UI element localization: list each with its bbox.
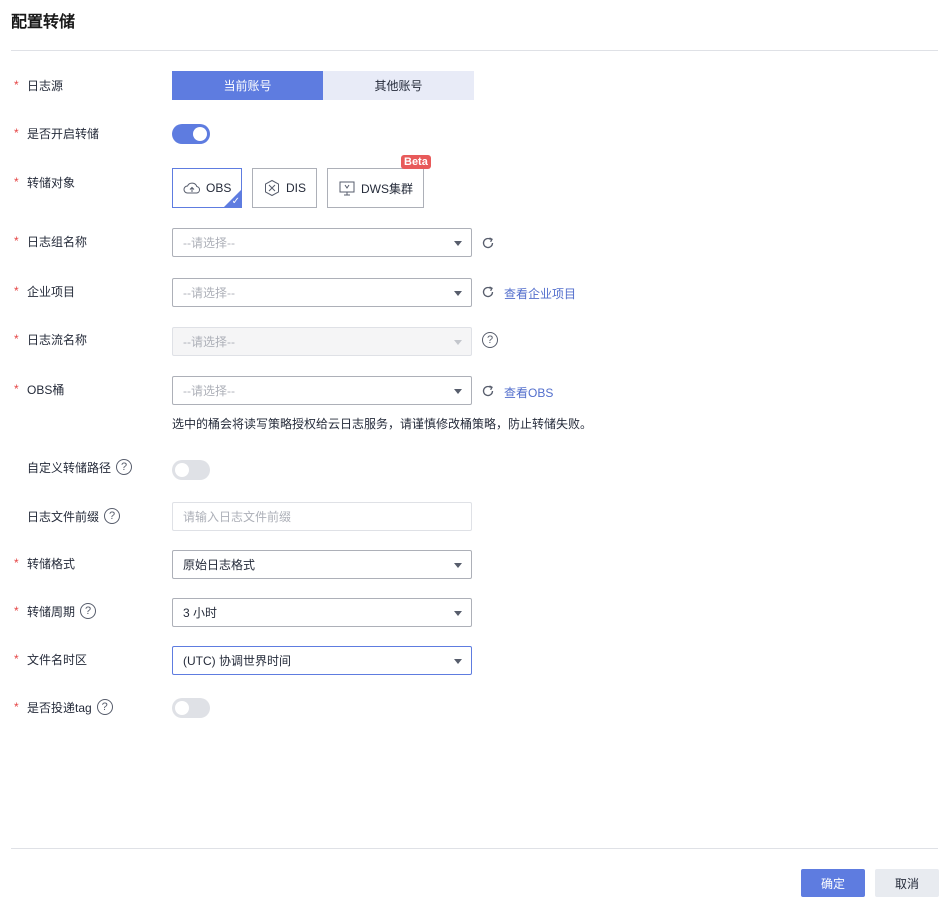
obs-bucket-select[interactable]: --请选择-- <box>172 376 472 405</box>
chevron-down-icon <box>454 389 462 394</box>
help-icon[interactable]: ? <box>80 603 97 619</box>
help-icon[interactable]: ? <box>482 332 498 348</box>
dws-cluster-icon <box>339 181 355 196</box>
required-mark: * <box>14 284 19 298</box>
target-dws[interactable]: DWS集群 <box>327 168 424 208</box>
chevron-down-icon <box>454 340 462 345</box>
target-dws-label: DWS集群 <box>361 181 413 196</box>
enterprise-project-select[interactable]: --请选择-- <box>172 278 472 307</box>
beta-badge: Beta <box>401 155 431 169</box>
target-dis-label: DIS <box>286 181 307 195</box>
divider-bottom <box>11 848 938 849</box>
required-mark: * <box>14 234 19 248</box>
log-group-label: * 日志组名称 <box>14 234 88 249</box>
chevron-down-icon <box>454 291 462 296</box>
check-icon: ✓ <box>231 196 240 207</box>
format-select[interactable]: 原始日志格式 <box>172 550 472 579</box>
view-obs-link[interactable]: 查看OBS <box>504 384 553 401</box>
period-select[interactable]: 3 小时 <box>172 598 472 627</box>
file-prefix-input[interactable]: 请输入日志文件前缀 <box>172 502 472 531</box>
required-mark: * <box>14 700 19 714</box>
enterprise-project-label: * 企业项目 <box>14 284 76 299</box>
required-mark: * <box>14 556 19 570</box>
refresh-icon[interactable] <box>481 285 495 299</box>
log-stream-select[interactable]: --请选择-- <box>172 327 472 356</box>
confirm-button[interactable]: 确定 <box>801 869 865 897</box>
timezone-select[interactable]: (UTC) 协调世界时间 <box>172 646 472 675</box>
chevron-down-icon <box>454 563 462 568</box>
log-source-label: * 日志源 <box>14 78 64 93</box>
transfer-target-label: * 转储对象 <box>14 175 76 190</box>
target-dis[interactable]: DIS <box>252 168 317 208</box>
custom-path-label: 自定义转储路径? <box>27 457 133 477</box>
file-prefix-label: 日志文件前缀? <box>27 506 121 526</box>
enable-transfer-label: * 是否开启转储 <box>14 126 100 141</box>
chevron-down-icon <box>454 659 462 664</box>
required-mark: * <box>14 126 19 140</box>
cancel-button[interactable]: 取消 <box>875 869 939 897</box>
enable-transfer-toggle[interactable] <box>172 124 210 144</box>
format-label: * 转储格式 <box>14 556 76 571</box>
refresh-icon[interactable] <box>481 384 495 398</box>
log-source-other-account[interactable]: 其他账号 <box>323 71 474 100</box>
log-group-select[interactable]: --请选择-- <box>172 228 472 257</box>
target-obs[interactable]: OBS ✓ <box>172 168 242 208</box>
required-mark: * <box>14 652 19 666</box>
log-stream-label: * 日志流名称 <box>14 332 88 347</box>
help-icon[interactable]: ? <box>96 699 113 715</box>
chevron-down-icon <box>454 241 462 246</box>
help-icon[interactable]: ? <box>116 459 133 475</box>
period-label: * 转储周期? <box>14 601 97 621</box>
required-mark: * <box>14 175 19 189</box>
required-mark: * <box>14 78 19 92</box>
required-mark: * <box>14 604 19 618</box>
help-icon[interactable]: ? <box>104 508 121 524</box>
obs-bucket-hint: 选中的桶会将读写策略授权给云日志服务，请谨慎修改桶策略，防止转储失败。 <box>172 417 593 431</box>
view-enterprise-project-link[interactable]: 查看企业项目 <box>504 285 576 302</box>
refresh-icon[interactable] <box>481 236 495 250</box>
obs-bucket-label: * OBS桶 <box>14 382 65 397</box>
custom-path-toggle[interactable] <box>172 460 210 480</box>
divider-top <box>11 50 938 51</box>
chevron-down-icon <box>454 611 462 616</box>
dis-hexagon-icon <box>265 179 279 197</box>
log-source-switch: 当前账号 其他账号 <box>172 71 474 100</box>
deliver-tag-toggle[interactable] <box>172 698 210 718</box>
dialog-title: 配置转储 <box>11 14 76 31</box>
required-mark: * <box>14 382 19 396</box>
cloud-upload-icon <box>183 182 200 194</box>
deliver-tag-label: * 是否投递tag? <box>14 697 113 717</box>
required-mark: * <box>14 332 19 346</box>
log-source-current-account[interactable]: 当前账号 <box>172 71 323 100</box>
timezone-label: * 文件名时区 <box>14 652 88 667</box>
